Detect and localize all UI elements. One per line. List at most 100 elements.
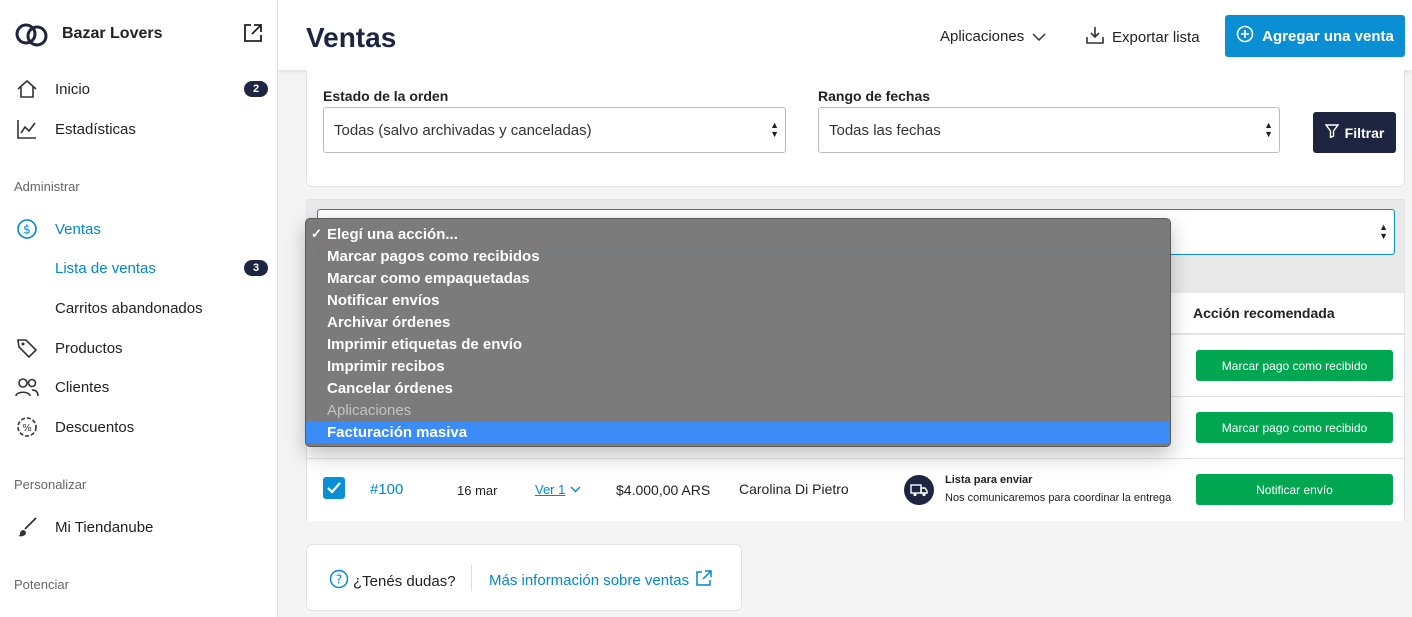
option-label: Cancelar órdenes xyxy=(327,379,453,397)
sidebar-item-carritos[interactable]: Carritos abandonados xyxy=(55,295,268,321)
page-header: Ventas Aplicaciones Exportar lista Agreg… xyxy=(278,0,1412,70)
section-administrar: Administrar xyxy=(14,179,80,194)
dropdown-option[interactable]: Cancelar órdenes xyxy=(306,377,1170,399)
chevron-down-icon xyxy=(1032,28,1046,45)
help-link[interactable]: Más información sobre ventas xyxy=(489,569,713,591)
section-personalizar: Personalizar xyxy=(14,477,87,492)
filter-label: Filtrar xyxy=(1344,124,1385,141)
add-sale-label: Agregar una venta xyxy=(1262,27,1394,45)
dropdown-option[interactable]: Notificar envíos xyxy=(306,289,1170,311)
sidebar-item-inicio[interactable]: Inicio 2 xyxy=(14,76,268,102)
sidebar: Bazar Lovers Inicio 2 Estadísticas Admin… xyxy=(0,0,278,617)
dropdown-option[interactable]: Imprimir recibos xyxy=(306,355,1170,377)
order-date: 16 mar xyxy=(457,483,498,498)
option-label: Facturación masiva xyxy=(327,423,468,441)
table-row: #100 16 mar Ver 1 $4.000,00 ARS Carolina… xyxy=(307,459,1404,521)
dropdown-option-highlighted[interactable]: Facturación masiva xyxy=(306,421,1170,443)
option-label: Imprimir recibos xyxy=(327,357,445,375)
sidebar-item-label: Estadísticas xyxy=(55,120,136,138)
sidebar-item-label: Carritos abandonados xyxy=(55,299,203,317)
order-total: $4.000,00 ARS xyxy=(616,482,711,498)
tag-icon xyxy=(14,336,40,360)
users-icon xyxy=(14,375,40,399)
sidebar-item-descuentos[interactable]: % Descuentos xyxy=(14,414,268,440)
rango-label: Rango de fechas xyxy=(818,88,931,104)
page-title: Ventas xyxy=(306,22,397,53)
filter-button[interactable]: Filtrar xyxy=(1313,112,1396,153)
apps-dropdown-button[interactable]: Aplicaciones xyxy=(940,28,1046,45)
rango-select[interactable]: Todas las fechas ▲ ▼ xyxy=(818,107,1280,153)
add-sale-button[interactable]: Agregar una venta xyxy=(1225,15,1405,57)
bulk-action-dropdown: ✓ Elegí una acción... Marcar pagos como … xyxy=(305,218,1171,447)
sidebar-item-clientes[interactable]: Clientes xyxy=(14,374,268,400)
dropdown-option[interactable]: Imprimir etiquetas de envío xyxy=(306,333,1170,355)
external-link-icon[interactable] xyxy=(242,22,264,44)
chevron-down-icon xyxy=(570,486,581,493)
row-checkbox[interactable] xyxy=(323,477,345,499)
option-label: Marcar como empaquetadas xyxy=(327,269,530,287)
view-products-link[interactable]: Ver 1 xyxy=(535,482,565,497)
sidebar-item-label: Inicio xyxy=(55,80,91,98)
view-products-toggle[interactable]: Ver 1 xyxy=(535,482,581,497)
shipping-status-desc: Nos comunicaremos para coordinar la entr… xyxy=(945,492,1172,504)
sidebar-item-label: Ventas xyxy=(55,220,101,238)
mark-paid-button[interactable]: Marcar pago como recibido xyxy=(1196,350,1393,381)
estado-select[interactable]: Todas (salvo archivadas y canceladas) ▲ ▼ xyxy=(323,107,786,153)
tiendanube-logo-icon xyxy=(14,21,50,47)
option-label: Elegí una acción... xyxy=(327,225,458,243)
store-brand[interactable]: Bazar Lovers xyxy=(14,20,264,48)
plus-circle-icon xyxy=(1236,25,1254,47)
sidebar-item-estadisticas[interactable]: Estadísticas xyxy=(14,116,268,142)
customer-name: Carolina Di Pietro xyxy=(739,481,849,497)
external-link-icon xyxy=(695,569,713,591)
dollar-circle-icon: $ xyxy=(14,217,40,241)
dropdown-option[interactable]: ✓ Elegí una acción... xyxy=(306,223,1170,245)
sidebar-item-label: Clientes xyxy=(55,378,110,396)
export-list-button[interactable]: Exportar lista xyxy=(1086,26,1200,48)
dropdown-option[interactable]: Archivar órdenes xyxy=(306,311,1170,333)
question-circle-icon: ? xyxy=(329,569,349,593)
help-link-text[interactable]: Más información sobre ventas xyxy=(489,572,689,589)
store-name: Bazar Lovers xyxy=(62,25,163,42)
help-divider xyxy=(471,565,472,591)
order-number-link[interactable]: #100 xyxy=(370,481,403,498)
dropdown-option[interactable]: Marcar como empaquetadas xyxy=(306,267,1170,289)
option-label: Notificar envíos xyxy=(327,291,440,309)
option-label: Imprimir etiquetas de envío xyxy=(327,335,523,353)
export-label: Exportar lista xyxy=(1112,28,1200,46)
mark-paid-button[interactable]: Marcar pago como recibido xyxy=(1196,412,1393,443)
dropdown-option[interactable]: Marcar pagos como recibidos xyxy=(306,245,1170,267)
inicio-badge: 2 xyxy=(244,81,268,97)
estado-label: Estado de la orden xyxy=(323,88,449,104)
recommended-action-header: Acción recomendada xyxy=(1193,305,1335,321)
shipping-status-title: Lista para enviar xyxy=(945,474,1033,486)
estado-value: Todas (salvo archivadas y canceladas) xyxy=(334,121,592,139)
sidebar-item-ventas[interactable]: $ Ventas xyxy=(14,216,268,242)
svg-text:$: $ xyxy=(23,223,31,237)
funnel-icon xyxy=(1324,124,1340,141)
lista-ventas-badge: 3 xyxy=(244,260,268,276)
select-arrows-icon: ▲ ▼ xyxy=(770,120,779,139)
section-potenciar: Potenciar xyxy=(14,577,69,592)
filters-card: Estado de la orden Todas (salvo archivad… xyxy=(306,70,1405,187)
notify-shipment-button[interactable]: Notificar envío xyxy=(1196,474,1393,505)
sidebar-item-label: Lista de ventas xyxy=(55,259,156,277)
help-question: ? ¿Tenés dudas? xyxy=(329,569,456,593)
check-icon xyxy=(327,482,341,494)
select-arrows-icon: ▲ ▼ xyxy=(1264,120,1273,139)
sidebar-item-label: Descuentos xyxy=(55,418,135,436)
checkmark-icon: ✓ xyxy=(311,226,322,241)
home-icon xyxy=(14,77,40,101)
sidebar-item-productos[interactable]: Productos xyxy=(14,335,268,361)
sidebar-item-label: Mi Tiendanube xyxy=(55,518,154,536)
truck-icon xyxy=(904,475,934,505)
sidebar-item-lista-ventas[interactable]: Lista de ventas 3 xyxy=(55,255,268,281)
select-arrows-icon: ▲ ▼ xyxy=(1379,222,1388,241)
svg-text:?: ? xyxy=(336,573,342,587)
svg-text:%: % xyxy=(22,423,32,434)
sidebar-item-label: Productos xyxy=(55,339,123,357)
option-label: Archivar órdenes xyxy=(327,313,451,331)
sidebar-item-mi-tiendanube[interactable]: Mi Tiendanube xyxy=(14,514,268,540)
chart-icon xyxy=(14,117,40,141)
dropdown-group-label: Aplicaciones xyxy=(306,399,1170,421)
